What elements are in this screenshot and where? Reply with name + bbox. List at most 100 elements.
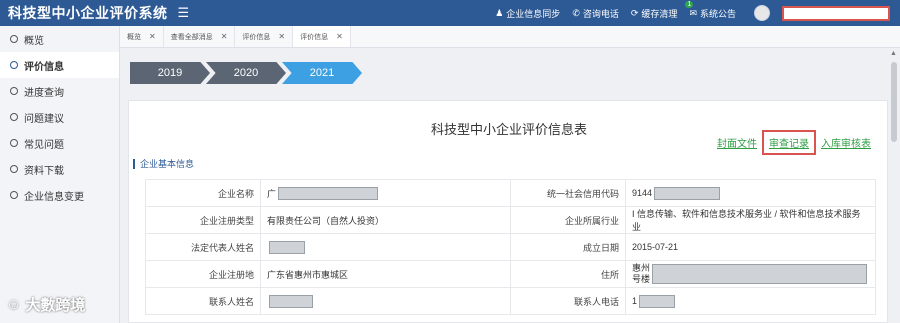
- close-icon[interactable]: ✕: [221, 32, 228, 41]
- cover-file-link[interactable]: 封面文件: [717, 135, 757, 150]
- hotline-button[interactable]: ✆ 咨询电话: [572, 7, 619, 20]
- field-label: 企业注册类型: [145, 206, 261, 234]
- sidebar-item-label: 概览: [24, 35, 44, 47]
- close-icon[interactable]: ✕: [278, 32, 285, 41]
- close-icon[interactable]: ✕: [336, 32, 343, 41]
- value-text: 9144: [632, 188, 653, 198]
- sidebar-item-label: 企业信息变更: [24, 191, 84, 203]
- clear-cache-button[interactable]: ⟳ 缓存清理: [631, 7, 678, 20]
- table-row: 联系人姓名 联系人电话 1: [145, 287, 876, 315]
- scroll-up-icon[interactable]: ▲: [890, 50, 897, 57]
- review-record-link[interactable]: 审查记录: [762, 130, 816, 155]
- user-name-box[interactable]: [782, 5, 890, 21]
- document-links: 封面文件 审查记录 入库审核表: [717, 130, 871, 155]
- sidebar-item-faq[interactable]: 常见问题: [0, 130, 119, 156]
- top-actions: ♟ 企业信息同步 ✆ 咨询电话 ⟳ 缓存清理 1 ✉ 系统公告: [495, 0, 890, 26]
- circle-icon: [10, 35, 18, 43]
- founded-date-value: 2015-07-21: [625, 233, 876, 261]
- address-lines: 惠州 号楼: [632, 263, 650, 285]
- circle-icon: [10, 113, 18, 121]
- sidebar-item-label: 常见问题: [24, 139, 64, 151]
- table-row: 法定代表人姓名 成立日期 2015-07-21: [145, 233, 876, 261]
- system-notice-button[interactable]: 1 ✉ 系统公告: [685, 0, 736, 20]
- sidebar-item-feedback[interactable]: 问题建议: [0, 104, 119, 130]
- circle-icon: [10, 87, 18, 95]
- notice-badge: 1: [685, 0, 694, 8]
- table-row: 企业注册地 广东省惠州市惠城区 住所 惠州 号楼: [145, 260, 876, 288]
- sidebar-item-label: 问题建议: [24, 113, 64, 125]
- app-title: 科技型中小企业评价系统: [8, 5, 168, 21]
- notice-icon: ✉: [689, 7, 697, 18]
- redacted-block: [269, 295, 313, 309]
- hotline-label: 咨询电话: [582, 8, 619, 19]
- year-step-2021[interactable]: 2021: [282, 62, 362, 84]
- scroll-thumb[interactable]: [891, 62, 897, 142]
- address-value: 惠州 号楼: [625, 260, 876, 288]
- value-text: 广: [267, 188, 277, 199]
- industry-value: I 信息传输、软件和信息技术服务业 / 软件和信息技术服务业: [625, 206, 876, 234]
- redacted-block: [654, 186, 721, 200]
- tab-bar: 概览 ✕ 查看全部消息 ✕ 评价信息 ✕ 评价信息 ✕: [120, 26, 900, 48]
- tab-label: 查看全部消息: [170, 33, 213, 41]
- sidebar-item-overview[interactable]: 概览: [0, 26, 119, 52]
- evaluation-form-panel: 科技型中小企业评价信息表 封面文件 审查记录 入库审核表 企业基本信息 企业名称…: [128, 100, 888, 323]
- tab-all-messages[interactable]: 查看全部消息 ✕: [164, 26, 236, 47]
- watermark-logo-icon: ☺: [6, 296, 22, 313]
- circle-icon: [10, 165, 18, 173]
- notice-label: 系统公告: [699, 8, 736, 19]
- cache-icon: ⟳: [630, 7, 639, 18]
- sync-label: 企业信息同步: [506, 8, 561, 19]
- section-title: 企业基本信息: [140, 159, 195, 169]
- company-info-table: 企业名称 广 统一社会信用代码 9144 企业注册类型 有限责任公司（自然人投资…: [145, 179, 876, 315]
- tab-label: 评价信息: [242, 33, 271, 41]
- contact-phone-value: 1: [625, 287, 876, 315]
- value-text: 1: [632, 296, 638, 306]
- field-label: 企业所属行业: [510, 206, 626, 234]
- tab-overview[interactable]: 概览 ✕: [120, 26, 164, 47]
- vertical-scrollbar[interactable]: ▲: [890, 48, 898, 323]
- watermark-text: 大數跨境: [25, 297, 86, 314]
- legal-rep-value: [260, 233, 511, 261]
- field-label: 企业注册地: [145, 260, 261, 288]
- tab-evaluation-info-active[interactable]: 评价信息 ✕: [293, 26, 351, 47]
- redacted-block: [269, 241, 305, 255]
- registered-place-value: 广东省惠州市惠城区: [260, 260, 511, 288]
- section-heading: 企业基本信息: [133, 157, 194, 170]
- circle-icon: [10, 139, 18, 147]
- year-step-2019[interactable]: 2019: [130, 62, 210, 84]
- close-icon[interactable]: ✕: [149, 32, 156, 41]
- sidebar-item-downloads[interactable]: 资料下载: [0, 156, 119, 182]
- field-label: 住所: [510, 260, 626, 288]
- contact-name-value: [260, 287, 511, 315]
- field-label: 企业名称: [145, 179, 261, 207]
- table-row: 企业名称 广 统一社会信用代码 9144: [145, 179, 876, 207]
- field-label: 法定代表人姓名: [145, 233, 261, 261]
- admission-review-link[interactable]: 入库审核表: [821, 135, 871, 150]
- company-name-value: 广: [260, 179, 511, 207]
- sync-company-info-button[interactable]: ♟ 企业信息同步: [495, 7, 560, 20]
- circle-icon: [10, 61, 18, 69]
- sidebar-item-progress[interactable]: 进度查询: [0, 78, 119, 104]
- year-selector: 2019 2020 2021: [130, 62, 362, 84]
- field-label: 联系人电话: [510, 287, 626, 315]
- sidebar-item-info-change[interactable]: 企业信息变更: [0, 182, 119, 208]
- top-bar: 科技型中小企业评价系统 ☰ ♟ 企业信息同步 ✆ 咨询电话 ⟳ 缓存清理 1 ✉ 系统公告: [0, 0, 900, 26]
- sidebar-item-evaluation-info[interactable]: 评价信息: [0, 52, 119, 78]
- field-label: 成立日期: [510, 233, 626, 261]
- sidebar: 概览 评价信息 进度查询 问题建议 常见问题 资料下载 企业信息变更: [0, 26, 120, 323]
- value-text: 惠州: [632, 263, 651, 273]
- credit-code-value: 9144: [625, 179, 876, 207]
- avatar[interactable]: [754, 5, 770, 21]
- hamburger-icon[interactable]: ☰: [178, 5, 190, 21]
- redacted-block: [278, 186, 379, 200]
- user-icon: ♟: [495, 7, 504, 18]
- year-step-2020[interactable]: 2020: [206, 62, 286, 84]
- tab-evaluation-info[interactable]: 评价信息 ✕: [235, 26, 294, 47]
- section-marker: [133, 158, 135, 169]
- table-row: 企业注册类型 有限责任公司（自然人投资） 企业所属行业 I 信息传输、软件和信息…: [145, 206, 876, 234]
- cache-label: 缓存清理: [641, 8, 678, 19]
- field-label: 联系人姓名: [145, 287, 261, 315]
- watermark: ☺ 大數跨境: [6, 294, 85, 315]
- phone-icon: ✆: [572, 7, 580, 18]
- redacted-block: [652, 264, 868, 284]
